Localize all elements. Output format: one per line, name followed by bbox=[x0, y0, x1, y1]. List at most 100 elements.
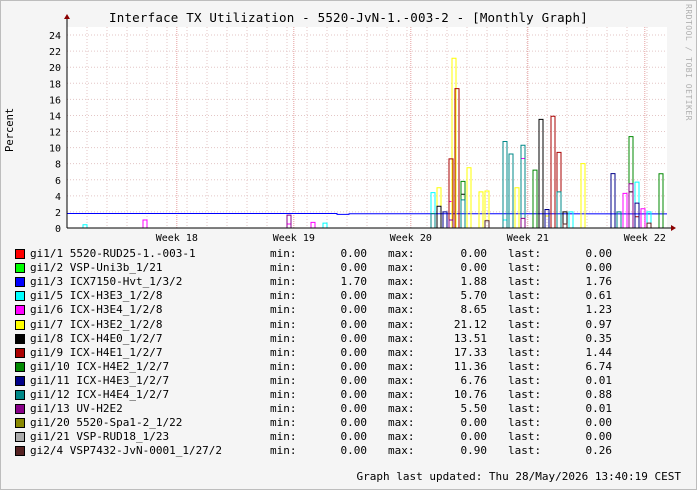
y-tick-label: 2 bbox=[55, 208, 61, 219]
legend-last-label: last: bbox=[508, 388, 542, 401]
legend-min-value: 0.00 bbox=[340, 303, 368, 317]
legend-min-value: 1.70 bbox=[340, 275, 368, 289]
x-tick-label: Week 20 bbox=[390, 233, 432, 244]
legend-swatch bbox=[15, 446, 25, 457]
legend-last-value: 0.00 bbox=[585, 261, 613, 275]
legend-last-value: 1.23 bbox=[585, 303, 613, 317]
legend-min-label: min: bbox=[270, 261, 297, 275]
legend-last-value: 0.61 bbox=[585, 289, 613, 303]
legend-min-label: min: bbox=[270, 388, 297, 401]
x-tick-label: Week 19 bbox=[273, 233, 315, 244]
legend-swatch bbox=[15, 418, 25, 429]
legend-last-value: 6.74 bbox=[585, 359, 613, 373]
legend-min-value: 0.00 bbox=[340, 373, 368, 387]
legend-last-value: 0.01 bbox=[585, 402, 613, 416]
legend-series-name: gi1/11 ICX-H4E3_1/2/7 bbox=[30, 373, 170, 387]
y-tick-label: 20 bbox=[49, 63, 61, 74]
legend-series-name: gi1/21 VSP-RUD18_1/23 bbox=[30, 430, 170, 444]
legend-series-name: gi1/10 ICX-H4E2_1/2/7 bbox=[30, 359, 170, 373]
legend-series-name: gi1/9 ICX-H4E1_1/2/7 bbox=[30, 345, 163, 359]
legend-max-label: max: bbox=[388, 402, 415, 416]
legend-max-value: 1.88 bbox=[460, 275, 488, 289]
legend-min-label: min: bbox=[270, 317, 297, 331]
y-tick-label: 12 bbox=[49, 128, 61, 139]
legend-last-value: 0.01 bbox=[585, 373, 613, 387]
legend-max-value: 5.50 bbox=[460, 402, 488, 416]
y-axis-arrow bbox=[64, 14, 70, 19]
legend-max-label: max: bbox=[388, 430, 415, 444]
legend-last-value: 0.00 bbox=[585, 416, 613, 430]
x-tick-label: Week 21 bbox=[507, 233, 549, 244]
legend-last-label: last: bbox=[508, 430, 542, 444]
x-tick-label: Week 18 bbox=[156, 233, 198, 244]
legend-max-label: max: bbox=[388, 444, 415, 458]
legend-max-label: max: bbox=[388, 416, 415, 430]
legend-max-label: max: bbox=[388, 345, 415, 359]
legend-last-label: last: bbox=[508, 373, 542, 387]
legend-max-value: 0.00 bbox=[460, 247, 488, 260]
y-tick-label: 10 bbox=[49, 144, 61, 155]
legend-last-value: 0.26 bbox=[585, 444, 613, 458]
y-tick-label: 24 bbox=[49, 31, 61, 42]
legend-last-label: last: bbox=[508, 247, 542, 260]
x-axis-arrow bbox=[671, 225, 676, 231]
legend-last-value: 0.00 bbox=[585, 247, 613, 260]
legend-max-label: max: bbox=[388, 275, 415, 289]
legend-max-label: max: bbox=[388, 303, 415, 317]
legend-max-value: 13.51 bbox=[453, 331, 487, 345]
legend-swatch bbox=[15, 361, 25, 372]
legend-min-label: min: bbox=[270, 359, 297, 373]
legend-last-label: last: bbox=[508, 331, 542, 345]
legend-min-value: 0.00 bbox=[340, 388, 368, 401]
legend-min-value: 0.00 bbox=[340, 261, 368, 275]
legend-last-value: 0.00 bbox=[585, 430, 613, 444]
legend-max-value: 0.00 bbox=[460, 416, 488, 430]
legend-min-label: min: bbox=[270, 373, 297, 387]
legend-min-label: min: bbox=[270, 331, 297, 345]
legend-max-value: 6.76 bbox=[460, 373, 488, 387]
legend-last-value: 1.76 bbox=[585, 275, 613, 289]
legend-min-value: 0.00 bbox=[340, 416, 368, 430]
legend-min-label: min: bbox=[270, 416, 297, 430]
legend-swatch bbox=[15, 249, 25, 259]
legend-swatch bbox=[15, 390, 25, 400]
legend-last-label: last: bbox=[508, 275, 542, 289]
legend-last-label: last: bbox=[508, 416, 542, 430]
legend-series-name: gi1/3 ICX7150-Hvt_1/3/2 bbox=[30, 275, 183, 289]
legend-min-label: min: bbox=[270, 444, 297, 458]
legend-series-name: gi1/13 UV-H2E2 bbox=[30, 402, 123, 416]
legend-min-label: min: bbox=[270, 289, 297, 303]
legend-last-label: last: bbox=[508, 345, 542, 359]
legend-max-label: max: bbox=[388, 317, 415, 331]
legend-series-name: gi1/20 5520-Spa1-2_1/22 bbox=[30, 416, 183, 430]
legend-last-label: last: bbox=[508, 261, 542, 275]
legend-series-name: gi1/8 ICX-H4E0_1/2/7 bbox=[30, 331, 163, 345]
y-tick-label: 14 bbox=[49, 111, 61, 122]
legend-max-value: 17.33 bbox=[453, 345, 487, 359]
legend-min-label: min: bbox=[270, 275, 297, 289]
legend-max-value: 21.12 bbox=[453, 317, 487, 331]
legend-swatch bbox=[15, 263, 25, 274]
legend-min-label: min: bbox=[270, 345, 297, 359]
legend-swatch bbox=[15, 404, 25, 415]
y-tick-label: 22 bbox=[49, 47, 61, 58]
y-tick-label: 6 bbox=[55, 176, 61, 187]
legend-swatch bbox=[15, 305, 25, 316]
legend-max-value: 0.00 bbox=[460, 430, 488, 444]
legend-series-name: gi1/7 ICX-H3E2_1/2/8 bbox=[30, 317, 163, 331]
legend-last-label: last: bbox=[508, 289, 542, 303]
legend-max-label: max: bbox=[388, 388, 415, 401]
legend-min-label: min: bbox=[270, 303, 297, 317]
legend-max-value: 0.90 bbox=[460, 444, 488, 458]
legend-series-name: gi1/6 ICX-H3E4_1/2/8 bbox=[30, 303, 163, 317]
legend-max-label: max: bbox=[388, 373, 415, 387]
legend-series-name: gi1/12 ICX-H4E4_1/2/7 bbox=[30, 388, 170, 401]
legend-last-value: 0.88 bbox=[585, 388, 613, 401]
legend-swatch bbox=[15, 333, 25, 344]
legend-series-name: gi1/2 VSP-Uni3b_1/21 bbox=[30, 261, 163, 275]
y-tick-label: 8 bbox=[55, 160, 61, 171]
legend-last-label: last: bbox=[508, 303, 542, 317]
legend-min-value: 0.00 bbox=[340, 247, 368, 260]
legend-series-name: gi1/1 5520-RUD25-1.-003-1 bbox=[30, 247, 196, 260]
y-tick-label: 4 bbox=[55, 192, 61, 203]
